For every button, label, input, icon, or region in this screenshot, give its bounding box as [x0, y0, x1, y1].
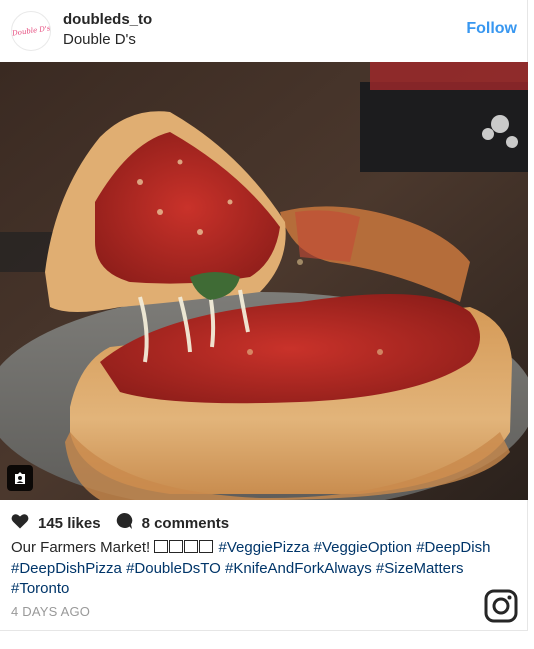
- tag-user-icon[interactable]: [7, 465, 33, 491]
- instagram-logo-icon[interactable]: [484, 589, 518, 623]
- caption-emoji-glyphs: [154, 539, 214, 556]
- hashtag-link[interactable]: #DoubleDsTO: [126, 560, 221, 577]
- post-photo[interactable]: [0, 62, 528, 500]
- hashtag-link[interactable]: #VeggieOption: [314, 539, 412, 556]
- hashtag-link[interactable]: #Toronto: [11, 580, 69, 597]
- post-stats: 145 likes 8 comments: [11, 512, 229, 534]
- comments-count[interactable]: 8 comments: [142, 515, 230, 532]
- avatar[interactable]: Double D's: [11, 11, 51, 51]
- hashtag-link[interactable]: #SizeMatters: [376, 560, 464, 577]
- likes-count[interactable]: 145 likes: [38, 515, 101, 532]
- follow-button[interactable]: Follow: [466, 20, 517, 38]
- comment-bubble-icon[interactable]: [115, 512, 133, 534]
- hashtag-link[interactable]: #DeepDish: [416, 539, 490, 556]
- pizza-photo-image: [0, 62, 528, 500]
- caption-text: Our Farmers Market!: [11, 539, 151, 556]
- post-caption: Our Farmers Market! #VeggiePizza #Veggie…: [11, 538, 491, 600]
- avatar-logo-text: Double D's: [11, 24, 51, 38]
- post-timestamp[interactable]: 4 DAYS AGO: [11, 604, 90, 619]
- post-header: Double D's doubleds_to Double D's Follow: [0, 0, 528, 62]
- hashtag-link[interactable]: #DeepDishPizza: [11, 560, 122, 577]
- instagram-embed-card: Double D's doubleds_to Double D's Follow: [0, 0, 528, 631]
- hashtag-link[interactable]: #VeggiePizza: [219, 539, 310, 556]
- username[interactable]: doubleds_to: [63, 11, 152, 28]
- full-name: Double D's: [63, 31, 136, 48]
- heart-icon[interactable]: [11, 513, 29, 533]
- hashtag-link[interactable]: #KnifeAndForkAlways: [225, 560, 372, 577]
